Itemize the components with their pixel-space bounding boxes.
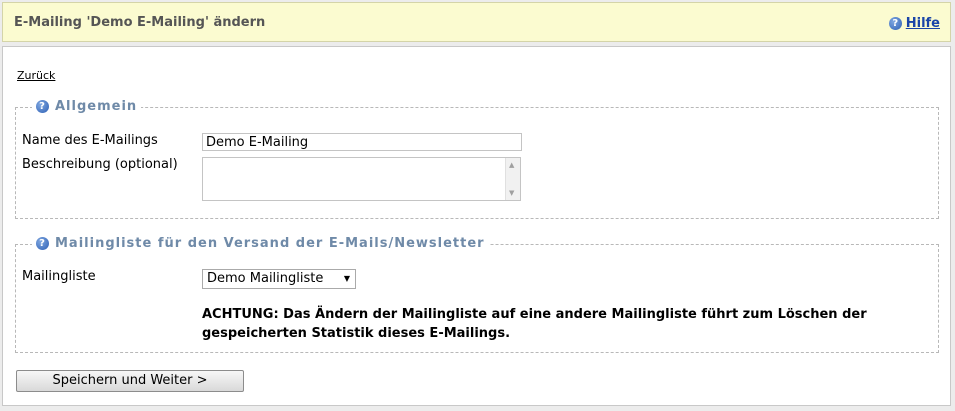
help-link-group[interactable]: ? Hilfe	[888, 16, 940, 31]
page-header: E-Mailing 'Demo E-Mailing' ändern ? Hilf…	[2, 2, 951, 42]
description-textarea[interactable]: ▲ ▼	[202, 157, 521, 201]
main-content: Zurück ? Allgemein Name des E-Mailings B…	[2, 46, 951, 406]
triangle-down-icon[interactable]: ▼	[344, 270, 350, 288]
question-circle-icon[interactable]: ?	[36, 100, 49, 113]
name-label: Name des E-Mailings	[22, 133, 158, 148]
fieldset-general-legend: ? Allgemein	[32, 99, 142, 114]
mailinglist-warning: ACHTUNG: Das Ändern der Mailingliste auf…	[202, 307, 867, 341]
fieldset-mailinglist: ? Mailingliste für den Versand der E-Mai…	[15, 236, 939, 353]
scroll-up-icon[interactable]: ▲	[509, 161, 514, 169]
question-circle-icon[interactable]: ?	[36, 237, 49, 250]
mailinglist-select[interactable]: Demo Mailingliste ▼	[202, 269, 356, 289]
back-link[interactable]: Zurück	[17, 69, 55, 82]
description-scrollbar[interactable]: ▲ ▼	[505, 158, 520, 200]
save-and-continue-button[interactable]: Speichern und Weiter >	[16, 370, 244, 392]
name-input[interactable]	[202, 133, 522, 151]
help-link[interactable]: Hilfe	[906, 16, 940, 31]
question-circle-icon[interactable]: ?	[888, 17, 902, 30]
legend-general-label: Allgemein	[55, 99, 138, 114]
legend-mailinglist-label: Mailingliste für den Versand der E-Mails…	[55, 236, 485, 251]
fieldset-mailinglist-legend: ? Mailingliste für den Versand der E-Mai…	[32, 236, 489, 251]
mailinglist-label: Mailingliste	[22, 269, 96, 284]
page-title: E-Mailing 'Demo E-Mailing' ändern	[14, 15, 266, 30]
scroll-down-icon[interactable]: ▼	[509, 189, 514, 197]
mailinglist-selected-value: Demo Mailingliste	[207, 271, 324, 286]
fieldset-general: ? Allgemein Name des E-Mailings Beschrei…	[15, 99, 939, 219]
description-label: Beschreibung (optional)	[22, 157, 178, 172]
